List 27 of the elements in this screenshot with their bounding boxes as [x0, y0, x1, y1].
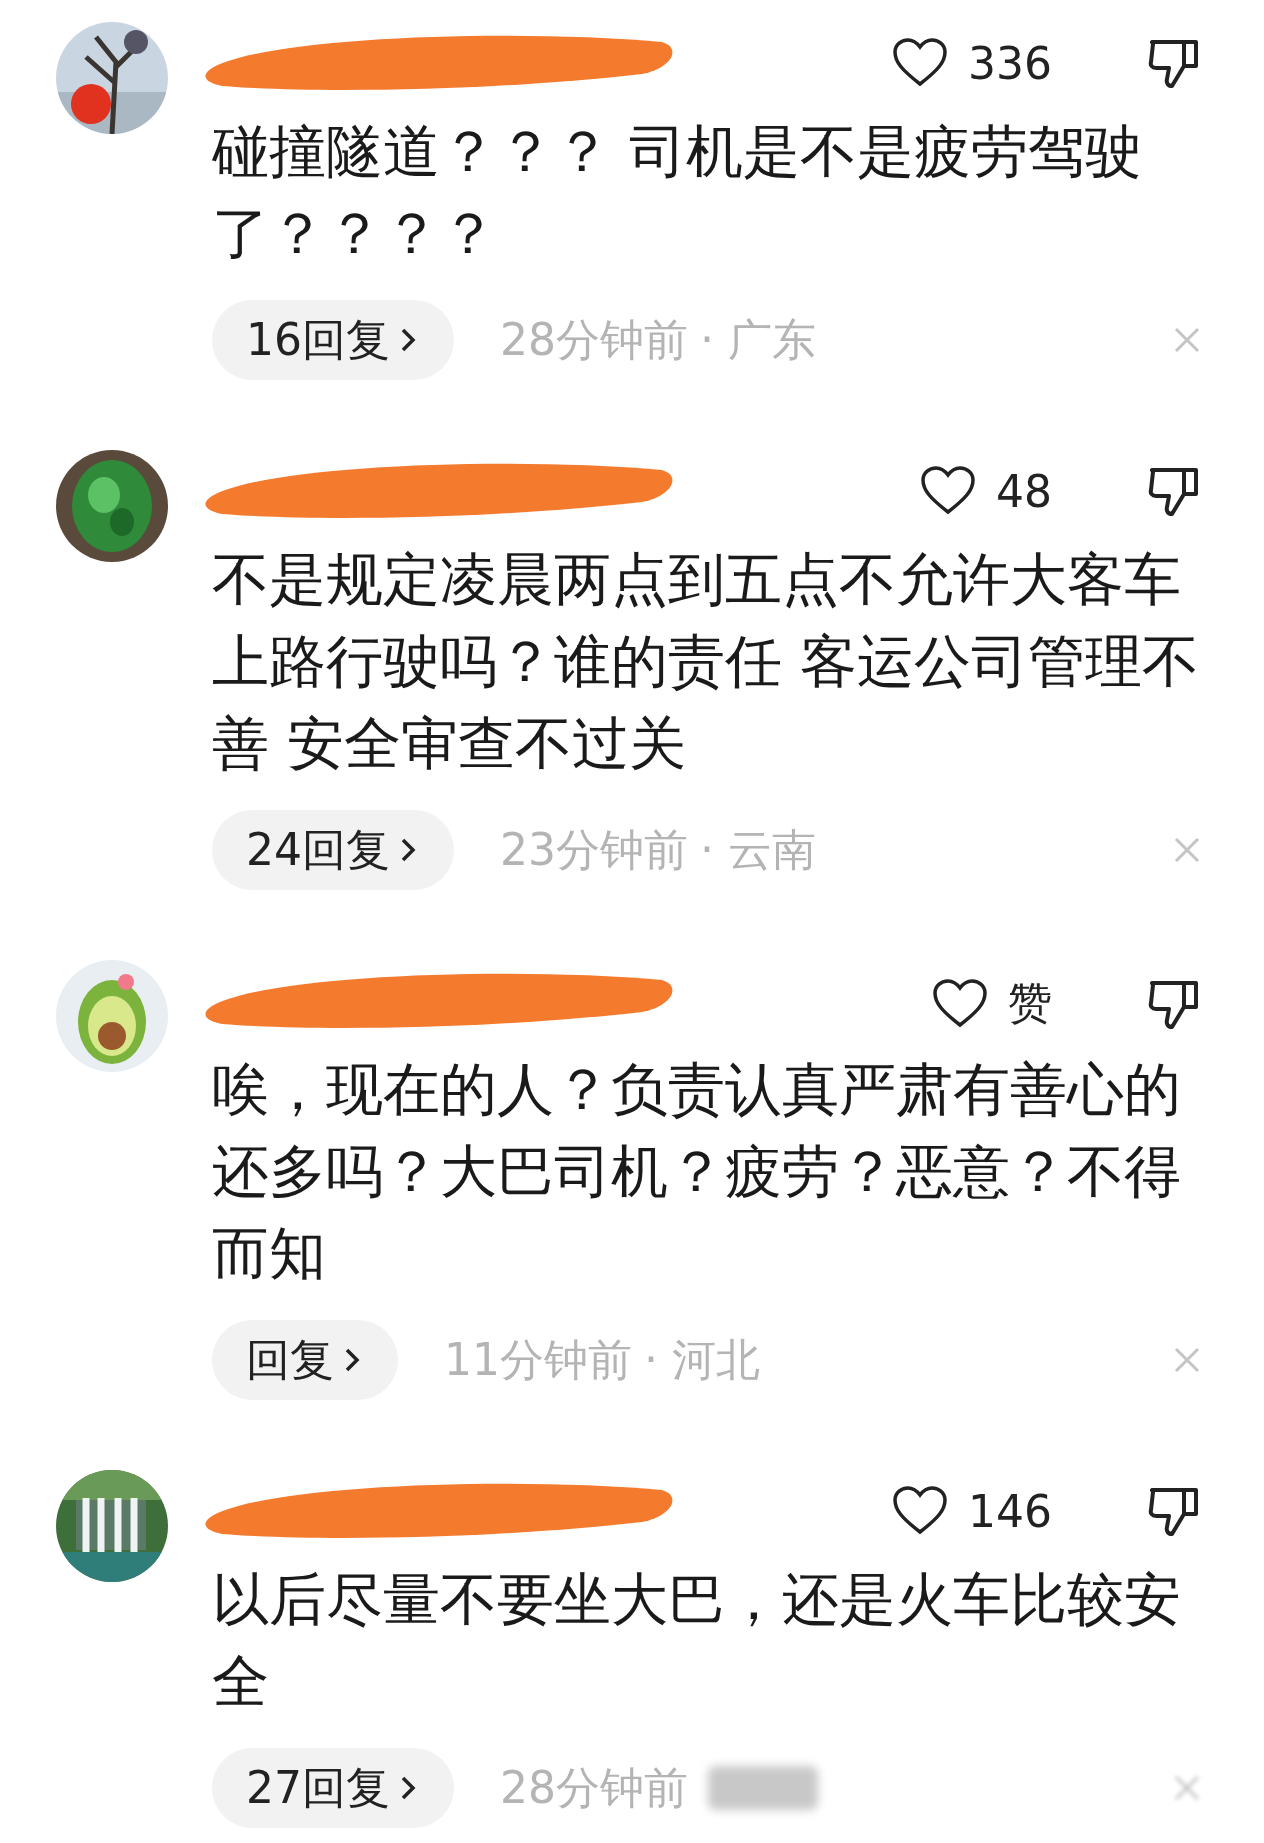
like-count: 赞 [1008, 976, 1052, 1030]
timestamp: 11分钟前 [444, 1332, 632, 1387]
timestamp: 28分钟前 [500, 1760, 688, 1815]
location: · 云南 [700, 823, 816, 875]
location: · 广东 [700, 313, 816, 365]
heart-icon[interactable] [932, 978, 988, 1029]
heart-icon[interactable] [920, 466, 976, 516]
replies-button[interactable]: 27回复 [212, 1748, 454, 1828]
heart-icon[interactable] [892, 38, 948, 88]
chevron-icon [400, 1774, 416, 1802]
like-count: 146 [968, 1485, 1052, 1537]
chevron-icon [400, 836, 416, 864]
replies-button[interactable]: 16回复 [212, 300, 454, 380]
like-count: 48 [996, 465, 1052, 517]
comment-text: 以后尽量不要坐大巴，还是火车比较安 全 [212, 1565, 1182, 1716]
location: · 河北 [644, 1333, 760, 1385]
chevron-icon [400, 326, 416, 354]
heart-icon[interactable] [892, 1486, 948, 1536]
replies-button[interactable]: 回复 [212, 1320, 398, 1400]
comment-text: 碰撞隧道？？？ 司机是不是疲劳驾驶 了？？？？ [212, 117, 1144, 268]
comment-text: 不是规定凌晨两点到五点不允许大客车 上路行驶吗？谁的责任 客运公司管理不 善 安全审查不过关 [212, 545, 1200, 778]
like-count: 336 [968, 37, 1052, 89]
replies-button[interactable]: 24回复 [212, 810, 454, 890]
timestamp: 23分钟前 [500, 822, 688, 877]
comment-text: 唉，现在的人？负责认真严肃有善心的 还多吗？大巴司机？疲劳？恶意？不得 而知 [212, 1055, 1182, 1288]
chevron-icon [344, 1346, 360, 1374]
timestamp: 28分钟前 [500, 312, 688, 367]
